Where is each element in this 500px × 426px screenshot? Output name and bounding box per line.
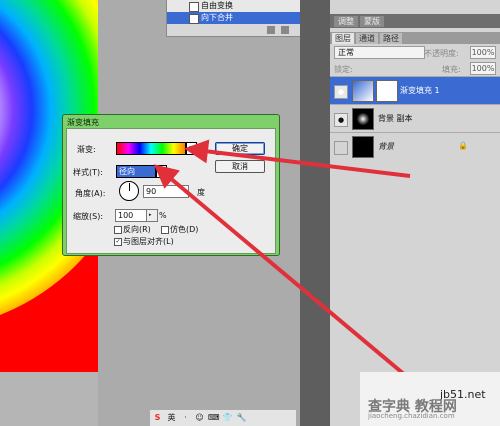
sogou-icon[interactable]: S bbox=[152, 412, 163, 423]
keyboard-icon[interactable]: ⌨ bbox=[208, 412, 220, 423]
arrow-to-style bbox=[153, 164, 407, 377]
arrow-to-gradient bbox=[184, 139, 411, 178]
annotation-arrows bbox=[153, 139, 411, 377]
watermark-sub: jiaocheng.chazidian.com bbox=[368, 412, 455, 420]
emoji-icon[interactable]: ☺ bbox=[194, 412, 205, 423]
punctuation-icon[interactable]: · bbox=[180, 412, 191, 423]
ime-toolbar: S 英 · ☺ ⌨ 👕 🔧 bbox=[150, 410, 296, 426]
tools-icon[interactable]: 🔧 bbox=[236, 412, 247, 423]
watermark: jb51.net 查字典 教程网 jiaocheng.chazidian.com bbox=[360, 372, 500, 426]
input-mode-icon[interactable]: 英 bbox=[166, 412, 177, 423]
skin-icon[interactable]: 👕 bbox=[222, 412, 233, 423]
